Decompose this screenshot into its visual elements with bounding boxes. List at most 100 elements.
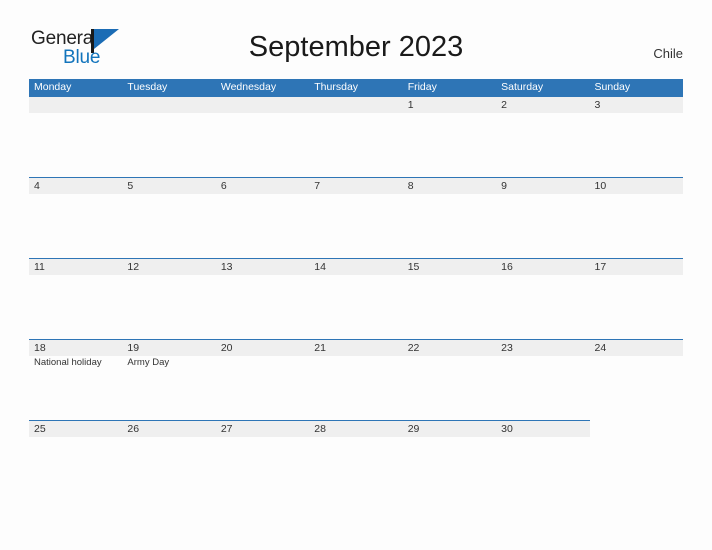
day-event-empty [122, 275, 215, 339]
page-header: General Blue September 2023 Chile [0, 0, 712, 79]
day-event-empty [122, 437, 215, 501]
day-event-empty [590, 275, 683, 339]
day-number: 19 [127, 342, 140, 354]
day-event-label: Army Day [127, 357, 170, 368]
week-events-band [29, 275, 683, 339]
day-number: 16 [501, 261, 513, 273]
week-date-band: 1 2 3 [29, 96, 683, 113]
day-event-label: National holiday [34, 357, 102, 368]
day-event-empty [216, 275, 309, 339]
day-number: 6 [220, 180, 227, 192]
day-event-empty [309, 437, 402, 501]
day-event-empty [216, 437, 309, 501]
day-event-empty [496, 113, 589, 177]
week-events-band [29, 194, 683, 258]
day-cell-21[interactable]: 21 [309, 340, 403, 356]
day-cell-29[interactable]: 29 [402, 421, 497, 437]
day-event-empty [29, 275, 122, 339]
day-cell-30[interactable]: 30 [496, 421, 590, 437]
day-event-empty [496, 194, 589, 258]
day-number: 9 [501, 180, 507, 192]
day-cell-6[interactable]: 6 [215, 178, 310, 194]
day-cell-9[interactable]: 9 [496, 178, 590, 194]
day-event-empty [29, 113, 122, 177]
weekday-header-monday: Monday [34, 81, 72, 93]
day-cell-empty [215, 97, 310, 113]
day-number: 28 [314, 423, 326, 435]
day-cell-empty [29, 97, 123, 113]
week-date-band: 18 19 20 21 22 23 24 [29, 339, 683, 356]
day-number: 25 [34, 423, 46, 435]
day-event-empty [403, 356, 496, 420]
day-cell-2[interactable]: 2 [496, 97, 590, 113]
weekday-header-row: Monday Tuesday Wednesday Thursday Friday Satu… [29, 79, 683, 96]
day-number: 5 [127, 180, 134, 192]
day-event-empty [590, 356, 683, 420]
day-number: 18 [34, 342, 46, 354]
day-cell-23[interactable]: 23 [496, 340, 590, 356]
day-cell-5[interactable]: 5 [122, 178, 216, 194]
week-events-band [29, 437, 683, 501]
day-cell-26[interactable]: 26 [122, 421, 216, 437]
day-event-empty [122, 113, 215, 177]
day-cell-10[interactable]: 10 [589, 178, 683, 194]
day-number: 10 [594, 180, 607, 192]
calendar-weeks: 1 2 3 4 5 6 7 8 9 10 11 12 13 14 15 16 17 18 19 20 21 22 23 24 N… [29, 96, 683, 501]
day-number: 26 [127, 423, 140, 435]
day-event-empty [590, 194, 683, 258]
day-cell-22[interactable]: 22 [402, 340, 497, 356]
day-cell-17[interactable]: 17 [589, 259, 683, 275]
day-number: 2 [501, 99, 507, 111]
day-event-empty [29, 437, 122, 501]
weekday-header-wednesday: Wednesday [220, 81, 277, 93]
week-date-band: 25 26 27 28 29 30 [29, 420, 590, 437]
day-number: 29 [407, 423, 420, 435]
day-event-empty [403, 113, 496, 177]
day-number: 1 [407, 99, 414, 111]
day-cell-14[interactable]: 14 [309, 259, 403, 275]
day-cell-13[interactable]: 13 [215, 259, 310, 275]
day-cell-24[interactable]: 24 [589, 340, 683, 356]
day-cell-1[interactable]: 1 [402, 97, 497, 113]
day-cell-25[interactable]: 25 [29, 421, 123, 437]
day-event-empty [309, 275, 402, 339]
day-number: 3 [594, 99, 601, 111]
page-title: September 2023 [248, 31, 464, 63]
day-cell-27[interactable]: 27 [215, 421, 310, 437]
calendar-week-row: 11 12 13 14 15 16 17 [29, 258, 683, 339]
day-event-empty [590, 113, 683, 177]
calendar-week-row: 1 2 3 [29, 96, 683, 177]
day-number: 8 [407, 180, 414, 192]
day-event-empty [496, 275, 589, 339]
calendar-week-row: 25 26 27 28 29 30 [29, 420, 683, 501]
day-cell-4[interactable]: 4 [29, 178, 123, 194]
day-number: 27 [220, 423, 233, 435]
week-date-band: 11 12 13 14 15 16 17 [29, 258, 683, 275]
day-event-empty [122, 194, 215, 258]
day-cell-19[interactable]: 19 [122, 340, 216, 356]
day-event-empty [496, 356, 589, 420]
day-number: 22 [407, 342, 420, 354]
day-cell-3[interactable]: 3 [589, 97, 683, 113]
weekday-header-saturday: Saturday [501, 81, 544, 93]
day-number: 21 [314, 342, 326, 354]
day-number: 13 [220, 261, 233, 273]
day-event-empty [309, 356, 402, 420]
day-event-empty [403, 194, 496, 258]
day-cell-8[interactable]: 8 [402, 178, 497, 194]
day-cell-18[interactable]: 18 [29, 340, 123, 356]
day-cell-28[interactable]: 28 [309, 421, 403, 437]
day-event-empty [403, 437, 496, 501]
day-event-empty [29, 194, 122, 258]
day-cell-20[interactable]: 20 [215, 340, 310, 356]
weekday-header-friday: Friday [407, 81, 437, 93]
day-cell-12[interactable]: 12 [122, 259, 216, 275]
day-cell-15[interactable]: 15 [402, 259, 497, 275]
day-event-empty [216, 194, 309, 258]
weekday-header-tuesday: Tuesday [127, 81, 168, 93]
day-cell-16[interactable]: 16 [496, 259, 590, 275]
calendar-table: Monday Tuesday Wednesday Thursday Friday Satu… [29, 79, 683, 501]
day-cell-11[interactable]: 11 [29, 259, 123, 275]
day-cell-7[interactable]: 7 [309, 178, 403, 194]
week-date-band: 4 5 6 7 8 9 10 [29, 177, 683, 194]
